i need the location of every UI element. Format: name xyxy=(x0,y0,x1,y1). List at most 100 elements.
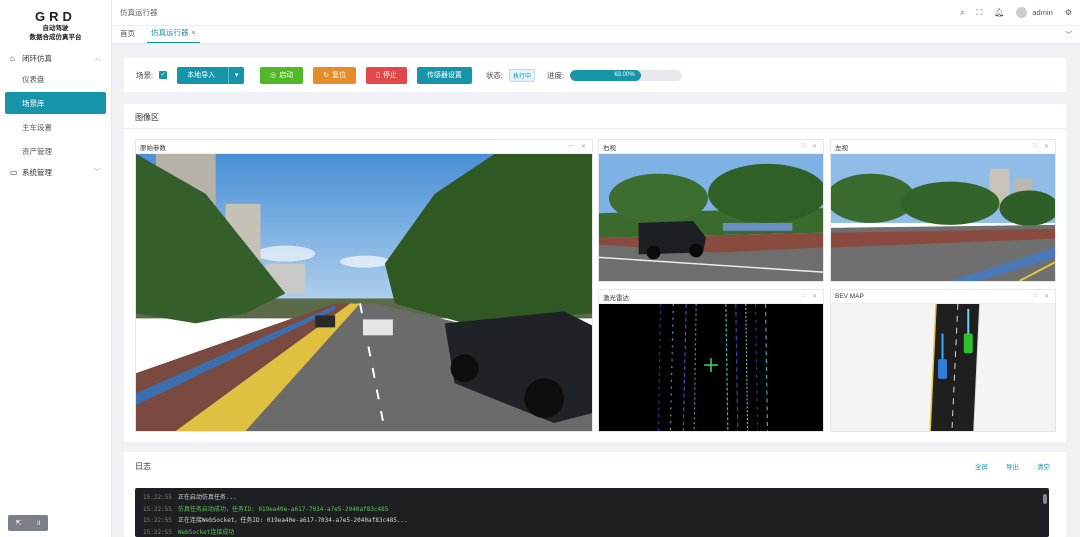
page-title: 仿真运行器 xyxy=(120,8,158,17)
close-icon[interactable]: × xyxy=(192,30,196,37)
fullscreen-icon[interactable]: ⛶ xyxy=(977,8,983,18)
control-toolbar: 场景: ✓ 本地导入 ▾ ◎ 启动 ↻ 复位 ▯ 停止 传感器设置 状态: 执行… xyxy=(124,58,1066,92)
log-time: 15:22:55 xyxy=(143,494,172,501)
log-clear-button[interactable]: 清空 xyxy=(1037,461,1050,471)
log-title: 日志 xyxy=(135,462,151,471)
menu-group-label: 系统管理 xyxy=(22,167,52,177)
view-title: 原始参数 xyxy=(140,144,166,152)
sidebar-item-scene-library[interactable]: 场景库 xyxy=(5,92,106,114)
menu-group-system[interactable]: ▭ 系统管理 ﹀ xyxy=(0,164,111,180)
reset-button[interactable]: ↻ 复位 xyxy=(313,66,357,84)
progress-fill: 63.00% xyxy=(570,69,641,81)
menu-group-label: 闭环仿真 xyxy=(22,53,52,63)
home-icon: ⌂ xyxy=(10,53,15,63)
log-panel: 日志 全屏 导出 清空 15:22:55 正在启动仿真任务... 15:22:55… xyxy=(124,452,1066,537)
top-header: 仿真运行器 ⌕ ⛶ 🔔︎ admin ⚙ xyxy=(112,0,1080,26)
minimize-icon[interactable]: — xyxy=(568,143,574,150)
sidebar-collapse-controls[interactable]: ⇱ ॥ xyxy=(8,515,48,531)
log-text: 正在启动仿真任务... xyxy=(177,494,237,501)
username: admin xyxy=(1032,8,1053,17)
log-fullscreen-button[interactable]: 全屏 xyxy=(975,461,988,471)
view-main-camera: 原始参数 — ✕ xyxy=(135,139,593,432)
log-line: 15:22:55 正在启动仿真任务... xyxy=(143,492,1041,504)
scene-checkbox[interactable]: ✓ xyxy=(159,71,168,79)
view-bev-map: BEV MAP □ ✕ xyxy=(830,289,1056,432)
log-time: 15:22:55 xyxy=(143,517,172,524)
progress-text: 63.00% xyxy=(614,72,635,78)
right-camera-image xyxy=(599,154,823,281)
maximize-icon[interactable]: □ xyxy=(801,293,805,300)
close-icon[interactable]: ✕ xyxy=(1044,143,1049,150)
menu-group-closed-loop[interactable]: ⌂ 闭环仿真 ︿ xyxy=(0,50,111,66)
log-line: 15:22:55 仿真任务启动成功，任务ID: 019ea40e-a617-703… xyxy=(143,504,1041,516)
view-title: 左视 xyxy=(835,144,848,152)
log-time: 15:22:55 xyxy=(143,528,172,536)
start-label: 启动 xyxy=(279,72,294,79)
close-icon[interactable]: ✕ xyxy=(581,143,586,150)
tab-sim-runner[interactable]: 仿真运行器 × xyxy=(147,27,200,43)
view-right-camera: 右视 □ ✕ xyxy=(598,139,824,282)
status-label: 状态: xyxy=(485,70,504,80)
play-icon: ◎ xyxy=(270,72,277,79)
sidebar-item-asset-management[interactable]: 资产管理 xyxy=(0,140,111,162)
import-label: 本地导入 xyxy=(187,72,216,79)
logo-title: GRD xyxy=(35,9,76,24)
log-scrollbar[interactable] xyxy=(1043,494,1047,504)
gear-icon[interactable]: ⚙ xyxy=(1065,8,1072,17)
view-title: BEV MAP xyxy=(835,293,864,300)
close-icon[interactable]: ✕ xyxy=(812,143,817,150)
bell-icon[interactable]: 🔔︎ xyxy=(994,8,1004,17)
log-console[interactable]: 15:22:55 正在启动仿真任务... 15:22:55 仿真任务启动成功，任务I… xyxy=(135,488,1049,537)
view-left-camera: 左视 □ ✕ xyxy=(830,139,1056,282)
chevron-down-icon[interactable]: ▾ xyxy=(228,66,244,84)
progress-bar: 63.00% xyxy=(570,69,683,81)
sidebar-item-ego-settings[interactable]: 主车设置 xyxy=(0,116,111,138)
pause-icon[interactable]: ॥ xyxy=(36,519,40,528)
lidar-pointcloud xyxy=(599,304,823,431)
reset-label: 复位 xyxy=(332,72,347,79)
progress-label: 进度: xyxy=(547,70,565,80)
image-area-title: 图像区 xyxy=(135,113,159,122)
view-lidar: 激光雷达 □ ✕ xyxy=(598,289,824,432)
tab-home[interactable]: 首页 xyxy=(120,28,141,43)
refresh-icon: ↻ xyxy=(323,72,330,79)
stop-label: 停止 xyxy=(382,72,397,79)
search-icon[interactable]: ⌕ xyxy=(960,8,964,18)
start-button[interactable]: ◎ 启动 xyxy=(260,66,304,84)
avatar xyxy=(1016,7,1028,18)
maximize-icon[interactable]: □ xyxy=(801,143,805,150)
trash-icon: ▯ xyxy=(376,72,380,79)
log-export-button[interactable]: 导出 xyxy=(1006,461,1019,471)
tab-bar: 首页 仿真运行器 × ﹀ xyxy=(112,26,1080,44)
chevron-down-icon: ﹀ xyxy=(94,169,101,176)
view-title: 右视 xyxy=(603,144,616,152)
monitor-icon: ▭ xyxy=(10,167,18,177)
chevron-down-icon[interactable]: ﹀ xyxy=(1065,30,1072,40)
left-camera-image xyxy=(831,154,1055,281)
status-badge: 执行中 xyxy=(509,68,536,82)
close-icon[interactable]: ✕ xyxy=(1044,293,1049,300)
log-line: 15:22:55 WebSocket连接成功 xyxy=(143,527,1041,537)
logo-subtitle-1: 自动驾驶 xyxy=(42,25,69,32)
log-line: 15:22:55 正在连接WebSocket，任务ID: 019ea40e-a61… xyxy=(143,515,1041,527)
sensor-settings-button[interactable]: 传感器设置 xyxy=(416,66,472,84)
chevron-up-icon: ︿ xyxy=(94,55,101,62)
main-camera-image xyxy=(136,154,592,431)
expand-icon[interactable]: ⇱ xyxy=(15,519,21,527)
user-menu[interactable]: admin xyxy=(1016,7,1053,18)
maximize-icon[interactable]: □ xyxy=(1033,293,1037,300)
maximize-icon[interactable]: □ xyxy=(1033,143,1037,150)
sidebar: GRD 自动驾驶 数据合成仿真平台 ⌂ 闭环仿真 ︿ 仪表盘 场景库 主车设置 … xyxy=(0,0,112,537)
sidebar-item-dashboard[interactable]: 仪表盘 xyxy=(0,68,111,90)
close-icon[interactable]: ✕ xyxy=(812,293,817,300)
tab-label: 仿真运行器 xyxy=(151,28,189,37)
log-text: 正在连接WebSocket，任务ID: 019ea40e-a617-7034-a… xyxy=(177,517,408,524)
log-text: 仿真任务启动成功，任务ID: 019ea40e-a617-7034-a7e5-2… xyxy=(177,505,389,513)
stop-button[interactable]: ▯ 停止 xyxy=(366,66,407,84)
import-button[interactable]: 本地导入 ▾ xyxy=(177,66,245,84)
scene-label: 场景: xyxy=(136,70,154,80)
log-time: 15:22:55 xyxy=(143,505,172,513)
image-area: 图像区 原始参数 — ✕ 右视 □ ✕ 左视 □ ✕ 激光雷达 □ ✕ BEV … xyxy=(124,104,1066,442)
view-title: 激光雷达 xyxy=(603,294,629,302)
tab-label: 首页 xyxy=(120,29,135,38)
